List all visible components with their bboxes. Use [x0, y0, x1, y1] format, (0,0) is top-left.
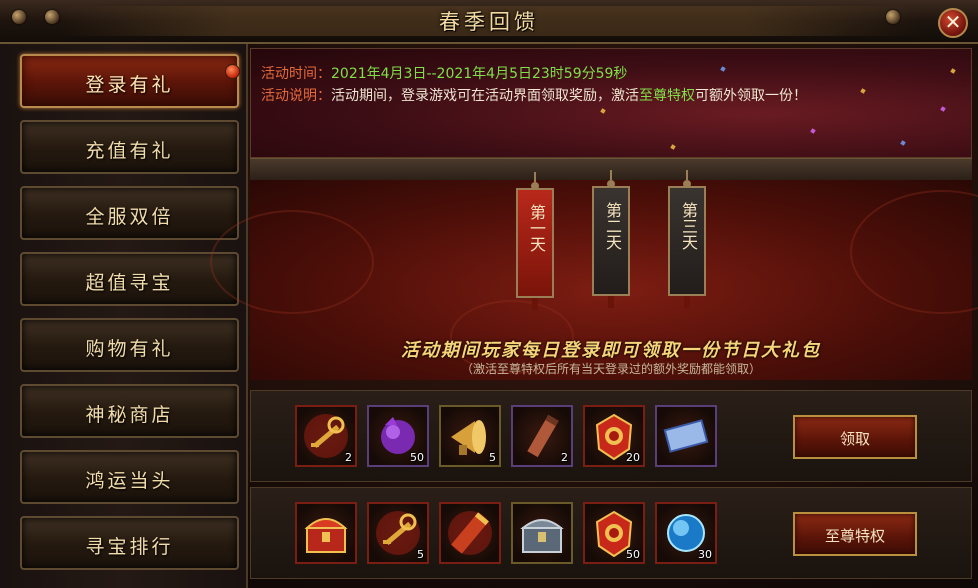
sidebar-item-recharge-gift[interactable]: 充值有礼	[20, 120, 239, 174]
claim-button[interactable]: 领取	[793, 415, 917, 459]
sidebar-item-shopping-gift[interactable]: 购物有礼	[20, 318, 239, 372]
sidebar-item-treasure-ranking[interactable]: 寻宝排行	[20, 516, 239, 570]
sidebar-item-label: 超值寻宝	[85, 272, 174, 294]
day-tab-3[interactable]: 第三天	[668, 170, 706, 308]
reward-item-slot[interactable]	[511, 502, 573, 564]
treasure-chest-icon	[304, 518, 348, 553]
activity-time-line: 活动时间：2021年4月3日--2021年4月5日23时59分59秒	[261, 63, 627, 83]
confetti-decoration	[950, 68, 956, 74]
activity-headline: 活动期间玩家每日登录即可领取一份节日大礼包	[401, 340, 821, 361]
sidebar-item-label: 充值有礼	[85, 140, 174, 162]
close-button[interactable]: ✕	[938, 8, 968, 38]
confetti-decoration	[600, 108, 606, 114]
supreme-privilege-button[interactable]: 至尊特权	[793, 512, 917, 556]
item-count: 50	[626, 548, 640, 561]
sidebar-item-login-gift[interactable]: 登录有礼	[20, 54, 240, 108]
reward-row-supreme: 5 50 30 至尊特权	[250, 487, 972, 579]
reward-item-slot[interactable]: 50	[583, 502, 645, 564]
blue-scroll-icon	[663, 419, 709, 453]
confetti-decoration	[670, 144, 676, 150]
reward-row-normal: 2 50 5 2 20 领取	[250, 390, 972, 482]
sidebar-item-label: 全服双倍	[85, 206, 174, 228]
tag-tassel	[532, 298, 538, 310]
day-tab-2[interactable]: 第二天	[592, 170, 630, 308]
day-tab-1[interactable]: 第一天	[516, 172, 554, 310]
claim-button-label: 领取	[839, 430, 870, 448]
tag-string	[534, 172, 536, 182]
activity-time-label: 活动时间：	[261, 66, 331, 82]
day-tab-label: 第二天	[603, 202, 622, 250]
supreme-privilege-highlight: 至尊特权	[639, 88, 695, 104]
activity-desc-line: 活动说明：活动期间，登录游戏可在活动界面领取奖励，激活至尊特权可额外领取一份！	[261, 85, 807, 105]
confetti-decoration	[940, 106, 946, 112]
reward-item-slot[interactable]	[655, 405, 717, 467]
sidebar-item-label: 寻宝排行	[85, 536, 174, 558]
tag-tassel	[684, 296, 690, 308]
swirl-decoration	[850, 190, 978, 314]
item-count: 2	[345, 451, 352, 464]
sidebar: 登录有礼 充值有礼 全服双倍 超值寻宝 购物有礼 神秘商店 鸿运当头 寻宝排行	[0, 44, 248, 588]
tag-string	[686, 170, 688, 180]
activity-desc-label: 活动说明：	[261, 88, 331, 104]
tag-cap	[607, 180, 615, 188]
item-count: 5	[489, 451, 496, 464]
tag-tassel	[608, 296, 614, 308]
reward-item-slot[interactable]	[439, 502, 501, 564]
sidebar-item-good-luck[interactable]: 鸿运当头	[20, 450, 239, 504]
confetti-decoration	[860, 88, 866, 94]
red-scroll-icon	[448, 511, 492, 555]
sidebar-item-label: 神秘商店	[85, 404, 174, 426]
sidebar-item-label: 登录有礼	[85, 74, 174, 96]
sidebar-item-mystery-shop[interactable]: 神秘商店	[20, 384, 239, 438]
tag-cap	[683, 180, 691, 188]
tag-string	[610, 170, 612, 180]
activity-info-banner: 活动时间：2021年4月3日--2021年4月5日23时59分59秒 活动说明：…	[250, 48, 972, 158]
reward-item-slot[interactable]: 5	[439, 405, 501, 467]
reward-item-slot[interactable]: 2	[511, 405, 573, 467]
reward-item-slot[interactable]	[295, 502, 357, 564]
close-icon: ✕	[944, 10, 962, 34]
sidebar-item-label: 鸿运当头	[85, 470, 174, 492]
title-bar: 春季回馈 ✕	[0, 0, 978, 44]
activity-time-value: 2021年4月3日--2021年4月5日23时59分59秒	[331, 66, 628, 82]
activity-desc-text: 活动期间，登录游戏可在活动界面领取奖励，激活	[331, 88, 639, 104]
sidebar-item-double-server[interactable]: 全服双倍	[20, 186, 239, 240]
item-count: 2	[561, 451, 568, 464]
confetti-decoration	[900, 140, 906, 146]
swirl-decoration	[210, 210, 374, 314]
reward-item-slot[interactable]: 5	[367, 502, 429, 564]
window-title: 春季回馈	[439, 10, 539, 34]
sidebar-item-label: 购物有礼	[85, 338, 174, 360]
sidebar-item-treasure-hunt[interactable]: 超值寻宝	[20, 252, 239, 306]
reward-item-slot[interactable]: 50	[367, 405, 429, 467]
item-count: 50	[410, 451, 424, 464]
notification-dot-icon	[225, 64, 240, 79]
reward-item-slot[interactable]: 20	[583, 405, 645, 467]
supreme-privilege-button-label: 至尊特权	[824, 527, 885, 545]
activity-subnote: （激活至尊特权后所有当天登录过的额外奖励都能领取）	[460, 362, 761, 376]
confetti-decoration	[810, 128, 816, 134]
day-tab-label: 第一天	[527, 204, 546, 252]
reward-item-slot[interactable]: 2	[295, 405, 357, 467]
activity-desc-text-end: 可额外领取一份！	[695, 88, 807, 104]
silver-chest-icon	[520, 519, 564, 553]
confetti-decoration	[720, 66, 726, 72]
reward-item-slot[interactable]: 30	[655, 502, 717, 564]
item-count: 30	[698, 548, 712, 561]
day-tab-label: 第三天	[679, 202, 698, 250]
tag-cap	[531, 182, 539, 190]
item-count: 20	[626, 451, 640, 464]
item-count: 5	[417, 548, 424, 561]
activity-window: 春季回馈 ✕ 登录有礼 充值有礼 全服双倍 超值寻宝 购物有礼 神秘商店 鸿运当…	[0, 0, 978, 588]
